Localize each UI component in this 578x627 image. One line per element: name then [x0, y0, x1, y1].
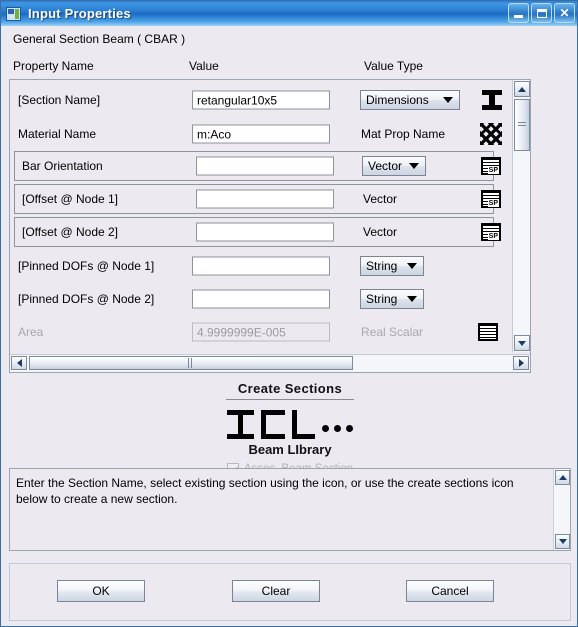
table-row: [Pinned DOFs @ Node 2] String	[10, 283, 506, 315]
grip-icon	[188, 358, 194, 368]
chevron-down-icon	[518, 340, 526, 346]
value-type-combo[interactable]: Dimensions	[360, 90, 460, 110]
table-row: Material Name Mat Prop Name	[10, 118, 506, 150]
input-properties-dialog: Input Properties ✕ General Section Beam …	[0, 0, 578, 627]
help-text-panel: Enter the Section Name, select existing …	[9, 468, 571, 551]
value-type-label: Vector	[363, 225, 398, 239]
dialog-body: General Section Beam ( CBAR ) Property N…	[1, 26, 577, 626]
table-row: [Pinned DOFs @ Node 1] String	[10, 250, 506, 282]
table-row: [Section Name] Dimensions	[10, 84, 506, 116]
create-sections-block: Create Sections Beam LIbrary Assoc. Beam…	[1, 381, 577, 480]
vertical-scroll-thumb[interactable]	[514, 99, 530, 151]
property-value-input[interactable]	[196, 156, 334, 176]
value-type-combo[interactable]: String	[360, 256, 424, 276]
section-subtitle: General Section Beam ( CBAR )	[13, 32, 186, 46]
table-row: [Offset @ Node 2] Vector	[14, 217, 501, 247]
value-type-combo[interactable]: String	[360, 289, 424, 309]
spreadsheet-icon	[478, 323, 498, 341]
help-scroll-up-button[interactable]	[555, 470, 570, 485]
table-row: [Offset @ Node 1] Vector	[14, 184, 501, 214]
chevron-down-icon	[443, 97, 453, 103]
i-beam-icon[interactable]	[480, 88, 504, 112]
help-scroll-down-button[interactable]	[555, 534, 570, 549]
beam-library-label: Beam LIbrary	[248, 442, 332, 457]
chevron-down-icon	[407, 263, 417, 269]
property-label: Material Name	[18, 127, 97, 141]
column-header-value-type: Value Type	[364, 59, 423, 73]
property-label: [Offset @ Node 2]	[22, 225, 119, 239]
value-type-label: Vector	[363, 192, 398, 206]
beam-library-icon[interactable]	[1, 406, 577, 439]
property-label: [Pinned DOFs @ Node 2]	[18, 292, 155, 306]
column-header-value: Value	[189, 59, 219, 73]
help-text: Enter the Section Name, select existing …	[16, 476, 514, 506]
spreadsheet-icon[interactable]	[481, 157, 501, 175]
property-label: [Pinned DOFs @ Node 1]	[18, 259, 155, 273]
clear-button[interactable]: Clear	[232, 580, 320, 602]
more-shapes-icon	[322, 425, 353, 432]
scroll-right-button[interactable]	[513, 356, 529, 370]
property-value-input[interactable]	[192, 289, 330, 309]
window-title: Input Properties	[28, 6, 131, 21]
grip-icon	[518, 122, 526, 128]
close-button[interactable]: ✕	[554, 3, 575, 23]
divider	[226, 399, 354, 400]
minimize-button[interactable]	[508, 3, 529, 23]
value-type-combo[interactable]: Vector	[362, 156, 426, 176]
spreadsheet-icon[interactable]	[481, 190, 501, 208]
title-bar: Input Properties ✕	[1, 1, 577, 27]
value-type-label: Real Scalar	[361, 325, 424, 339]
value-type-label: String	[366, 259, 398, 273]
property-value-input[interactable]	[192, 124, 330, 144]
chevron-up-icon	[558, 475, 567, 480]
horizontal-scroll-thumb[interactable]	[29, 356, 353, 370]
close-icon: ✕	[559, 6, 570, 20]
value-type-label: Dimensions	[366, 93, 429, 107]
property-vertical-scrollbar[interactable]	[512, 80, 530, 352]
table-row: Bar Orientation Vector	[14, 151, 501, 181]
dialog-footer: OK Clear Cancel	[9, 563, 571, 621]
chevron-right-icon	[518, 359, 524, 367]
app-icon	[6, 6, 21, 21]
chevron-left-icon	[16, 359, 22, 367]
create-sections-title: Create Sections	[237, 381, 343, 396]
column-header-property-name: Property Name	[13, 59, 94, 73]
ok-button[interactable]: OK	[57, 580, 145, 602]
chevron-down-icon	[407, 296, 417, 302]
property-value-input[interactable]	[192, 256, 330, 276]
chevron-down-icon	[409, 163, 419, 169]
property-value-input	[192, 322, 330, 342]
material-hatch-icon[interactable]	[480, 123, 502, 145]
property-rows: [Section Name] Dimensions Material Name …	[10, 80, 506, 352]
chevron-down-icon	[558, 539, 567, 544]
table-row: Area Real Scalar	[10, 316, 506, 348]
i-section-shape-icon	[227, 410, 254, 439]
c-section-shape-icon	[261, 410, 285, 439]
window-controls: ✕	[508, 3, 575, 23]
property-label: Bar Orientation	[22, 159, 103, 173]
value-type-label: Vector	[368, 159, 403, 173]
property-label: [Offset @ Node 1]	[22, 192, 119, 206]
property-label: Area	[18, 325, 44, 339]
property-horizontal-scrollbar[interactable]	[10, 354, 530, 372]
scroll-down-button[interactable]	[514, 335, 530, 351]
property-value-input[interactable]	[196, 222, 334, 242]
spreadsheet-icon[interactable]	[481, 223, 501, 241]
cancel-button[interactable]: Cancel	[406, 580, 494, 602]
scroll-up-button[interactable]	[514, 81, 530, 97]
help-vertical-scrollbar[interactable]	[553, 469, 570, 550]
value-type-label: String	[366, 292, 398, 306]
maximize-button[interactable]	[531, 3, 552, 23]
scroll-left-button[interactable]	[11, 356, 27, 370]
minimize-icon	[509, 4, 528, 22]
property-label: [Section Name]	[18, 93, 101, 107]
l-section-shape-icon	[292, 410, 315, 439]
chevron-up-icon	[518, 86, 526, 92]
property-value-input[interactable]	[196, 189, 334, 209]
property-table-panel: [Section Name] Dimensions Material Name …	[9, 79, 531, 373]
value-type-label: Mat Prop Name	[361, 127, 446, 141]
maximize-icon	[532, 4, 551, 22]
property-value-input[interactable]	[192, 90, 330, 110]
